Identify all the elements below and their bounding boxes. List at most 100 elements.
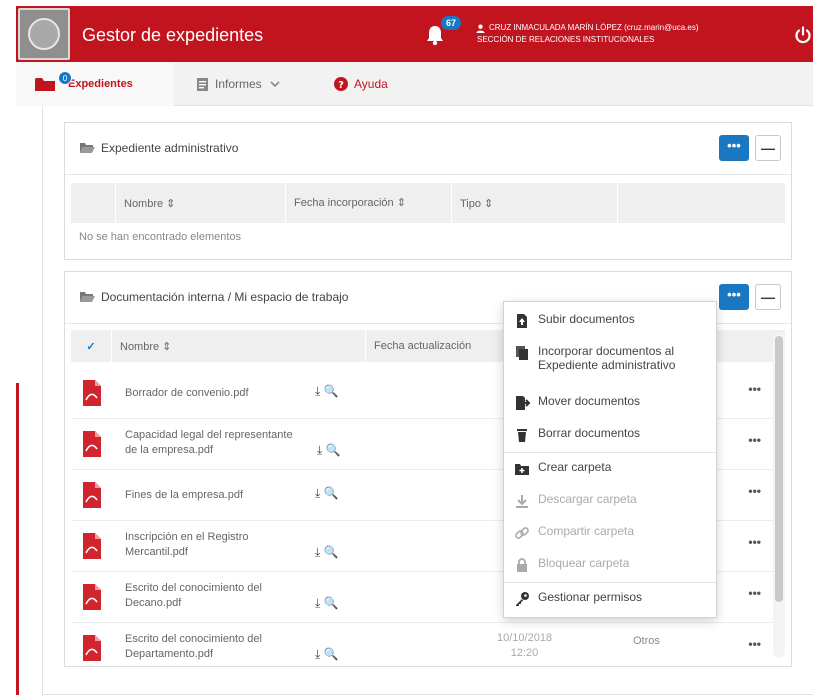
pdf-file-icon — [83, 380, 101, 406]
report-icon — [197, 77, 208, 91]
download-icon[interactable]: ⤓ — [317, 443, 322, 457]
document-name[interactable]: Escrito del conocimiento del Departamento… — [125, 632, 262, 662]
menu-item-label: Borrar documentos — [538, 426, 641, 440]
preview-icon[interactable]: 🔍 — [324, 384, 339, 398]
panel-header: Expediente administrativo ••• — — [65, 123, 791, 175]
folder-open-icon — [80, 292, 95, 302]
trash-icon — [517, 429, 527, 442]
column-tipo[interactable]: Tipo ⇕ — [451, 183, 617, 223]
table-row[interactable]: Escrito del conocimiento del Departamento… — [71, 623, 785, 674]
preview-icon[interactable]: 🔍 — [324, 596, 339, 610]
collapse-panel-button[interactable]: — — [755, 135, 781, 161]
row-menu-button[interactable]: ••• — [748, 535, 761, 549]
scrollbar[interactable] — [773, 332, 785, 658]
folder-open-icon — [80, 143, 95, 153]
nav-tab-ayuda-label: Ayuda — [354, 77, 388, 91]
column-actions — [617, 183, 785, 223]
document-name[interactable]: Escrito del conocimiento del Decano.pdf — [125, 581, 262, 611]
document-type: Otros — [633, 635, 660, 647]
preview-icon[interactable]: 🔍 — [324, 647, 339, 661]
row-menu-button[interactable]: ••• — [748, 433, 761, 447]
column-nombre[interactable]: Nombre ⇕ — [115, 183, 285, 223]
menu-separator — [504, 582, 716, 583]
more-actions-button[interactable]: ••• — [719, 284, 749, 310]
footer-divider — [42, 694, 813, 695]
panel-title-row: Expediente administrativo — [79, 141, 238, 155]
preview-icon[interactable]: 🔍 — [324, 545, 339, 559]
document-name[interactable]: Capacidad legal del representante de la e… — [125, 428, 293, 458]
row-actions: ⤓ 🔍 — [315, 545, 339, 560]
expedientes-badge: 0 — [58, 71, 72, 85]
document-date: 10/10/2018 12:20 — [497, 632, 553, 659]
scrollbar-thumb[interactable] — [775, 336, 783, 602]
nav-tab-informes[interactable]: Informes — [196, 62, 280, 106]
row-menu-button[interactable]: ••• — [748, 382, 761, 396]
row-menu-button[interactable]: ••• — [748, 586, 761, 600]
menu-item-bloquear-carpeta[interactable]: Bloquear carpeta — [514, 556, 629, 573]
row-actions: ⤓ 🔍 — [315, 596, 339, 611]
menu-item-subir-documentos[interactable]: Subir documentos — [514, 312, 635, 329]
main-nav: 0 Expedientes Informes ? Ayuda — [16, 62, 813, 106]
chevron-down-icon — [270, 81, 280, 88]
download-icon[interactable]: ⤓ — [315, 647, 320, 661]
download-icon[interactable]: ⤓ — [315, 545, 320, 559]
svg-text:?: ? — [338, 80, 344, 91]
key-icon — [516, 592, 529, 606]
column-fecha-incorporacion[interactable]: Fecha incorporación ⇕ — [285, 183, 451, 223]
nav-tab-ayuda[interactable]: ? Ayuda — [334, 62, 388, 106]
actions-dropdown-menu: Subir documentos Incorporar documentos a… — [503, 301, 717, 618]
lock-icon — [517, 558, 527, 572]
menu-item-label: Bloquear carpeta — [538, 556, 630, 570]
user-department: SECCIÓN DE RELACIONES INSTITUCIONALES — [477, 35, 655, 44]
preview-icon[interactable]: 🔍 — [324, 486, 339, 500]
pdf-file-icon — [83, 482, 101, 508]
nav-tab-expedientes-label: Expedientes — [68, 78, 133, 90]
row-actions: ⤓ 🔍 — [315, 384, 339, 399]
nav-tab-informes-label: Informes — [215, 77, 262, 91]
select-all-checkbox[interactable]: ✓ — [71, 330, 111, 362]
more-actions-button[interactable]: ••• — [719, 135, 749, 161]
pdf-file-icon — [83, 635, 101, 661]
link-icon — [515, 527, 529, 539]
document-name[interactable]: Inscripción en el Registro Mercantil.pdf — [125, 530, 249, 560]
menu-item-compartir-carpeta[interactable]: Compartir carpeta — [514, 524, 634, 541]
nav-tab-expedientes[interactable]: 0 Expedientes — [16, 62, 174, 106]
document-name[interactable]: Borrador de convenio.pdf — [125, 386, 249, 401]
preview-icon[interactable]: 🔍 — [326, 443, 341, 457]
row-menu-button[interactable]: ••• — [748, 484, 761, 498]
empty-table-message: No se han encontrado elementos — [79, 231, 242, 243]
collapse-panel-button[interactable]: — — [755, 284, 781, 310]
app-title: Gestor de expedientes — [82, 25, 264, 45]
menu-item-borrar-documentos[interactable]: Borrar documentos — [514, 426, 640, 443]
user-name: CRUZ INMACULADA MARÍN LÓPEZ (cruz.marin@… — [489, 23, 699, 32]
column-nombre[interactable]: Nombre ⇕ — [111, 330, 365, 362]
menu-item-label: Gestionar permisos — [538, 590, 643, 604]
menu-item-label: Compartir carpeta — [538, 524, 635, 538]
row-menu-button[interactable]: ••• — [748, 637, 761, 651]
menu-item-gestionar-permisos[interactable]: Gestionar permisos — [514, 590, 642, 607]
download-icon[interactable]: ⤓ — [315, 384, 320, 398]
university-logo — [18, 8, 70, 60]
user-icon — [476, 24, 485, 33]
download-icon[interactable]: ⤓ — [315, 596, 320, 610]
menu-item-label: Incorporar documentos al Expediente admi… — [538, 344, 676, 372]
folder-plus-icon — [515, 464, 529, 475]
menu-item-label: Subir documentos — [538, 312, 635, 326]
menu-item-label: Mover documentos — [538, 394, 641, 408]
row-actions: ⤓ 🔍 — [315, 486, 339, 501]
app-header: Gestor de expedientes 67 CRUZ INMACULADA… — [16, 6, 813, 62]
notification-count-badge: 67 — [441, 16, 461, 30]
menu-item-mover-documentos[interactable]: Mover documentos — [514, 394, 640, 411]
menu-item-label: Descargar carpeta — [538, 492, 637, 506]
download-icon[interactable]: ⤓ — [315, 486, 320, 500]
menu-item-crear-carpeta[interactable]: Crear carpeta — [514, 460, 611, 477]
file-upload-icon — [517, 314, 527, 328]
power-icon[interactable] — [794, 26, 812, 44]
menu-item-descargar-carpeta[interactable]: Descargar carpeta — [514, 492, 637, 509]
pdf-file-icon — [83, 431, 101, 457]
document-name[interactable]: Fines de la empresa.pdf — [125, 488, 243, 503]
menu-item-label: Crear carpeta — [538, 460, 612, 474]
panel-title-row: Documentación interna / Mi espacio de tr… — [79, 290, 348, 304]
user-info[interactable]: CRUZ INMACULADA MARÍN LÓPEZ (cruz.marin@… — [476, 22, 699, 46]
menu-item-incorporar-documentos[interactable]: Incorporar documentos al Expediente admi… — [514, 344, 710, 372]
